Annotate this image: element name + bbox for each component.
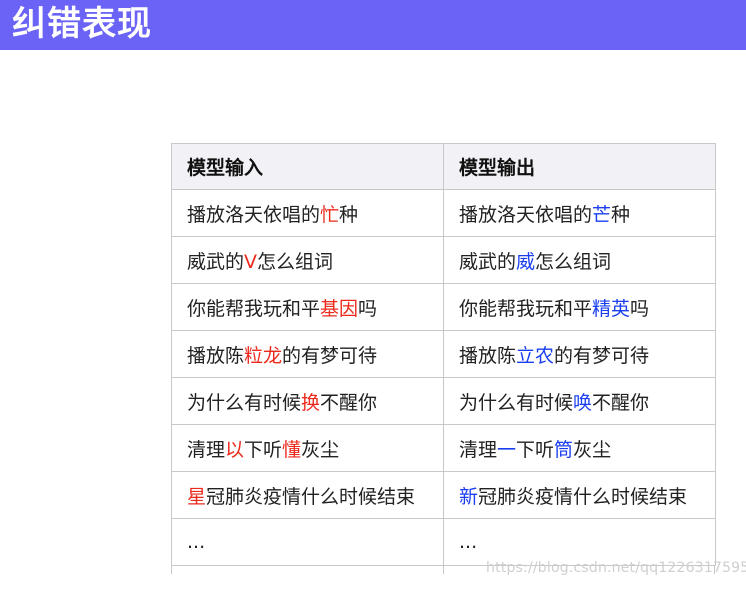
- text-segment: 播放洛天依唱的: [459, 203, 593, 226]
- cell-model-output: 清理一下听筒灰尘: [443, 424, 716, 472]
- header-model-input: 模型输入: [171, 143, 444, 190]
- text-segment: 种: [611, 203, 631, 226]
- corrected-char: 精英: [592, 297, 631, 320]
- table-row: 清理以下听懂灰尘 清理一下听筒灰尘: [171, 424, 716, 472]
- text-segment: 威武的: [187, 250, 245, 273]
- text-segment: 下听: [244, 438, 283, 461]
- text-segment: 为什么有时候: [187, 391, 302, 414]
- cell-model-input: 为什么有时候换不醒你: [171, 377, 444, 425]
- text-segment: 怎么组词: [535, 250, 612, 273]
- text-segment: 播放陈: [187, 344, 245, 367]
- text-segment: 种: [339, 203, 359, 226]
- error-char: V: [244, 250, 258, 273]
- table-row: ......: [171, 518, 716, 566]
- table-row: 星冠肺炎疫情什么时候结束 新冠肺炎疫情什么时候结束: [171, 471, 716, 519]
- header-model-output: 模型输出: [443, 143, 716, 190]
- table-border-middle: [443, 566, 444, 574]
- corrected-char: 一: [497, 438, 517, 461]
- cell-model-output: 新冠肺炎疫情什么时候结束: [443, 471, 716, 519]
- error-char: 星: [187, 485, 207, 508]
- cell-model-output: 播放陈立农的有梦可待: [443, 330, 716, 378]
- text-segment: 清理: [459, 438, 498, 461]
- table-body: 播放洛天依唱的忙种 播放洛天依唱的芒种 威武的V怎么组词 威武的威怎么组词 你能帮我玩和…: [171, 189, 716, 566]
- text-segment: 的有梦可待: [554, 344, 650, 367]
- text-segment: 不醒你: [320, 391, 378, 414]
- cell-model-input: 威武的V怎么组词: [171, 236, 444, 284]
- error-char: 懂: [282, 438, 302, 461]
- text-segment: 冠肺炎疫情什么时候结束: [478, 485, 688, 508]
- cell-model-input: 星冠肺炎疫情什么时候结束: [171, 471, 444, 519]
- text-segment: ...: [187, 531, 206, 553]
- corrected-char: 芒: [592, 203, 612, 226]
- text-segment: 你能帮我玩和平: [459, 297, 593, 320]
- error-char: 忙: [320, 203, 340, 226]
- corrected-char: 威: [516, 250, 536, 273]
- text-segment: 吗: [358, 297, 378, 320]
- corrected-char: 唤: [573, 391, 593, 414]
- corrected-char: 立农: [516, 344, 555, 367]
- page: 纠错表现 模型输入 模型输出 播放洛天依唱的忙种 播放洛天依唱的芒种 威武的V怎么组…: [0, 0, 746, 590]
- text-segment: 播放洛天依唱的: [187, 203, 321, 226]
- table-row: 你能帮我玩和平基因吗 你能帮我玩和平精英吗: [171, 283, 716, 331]
- title-bar: 纠错表现: [0, 0, 746, 50]
- table-row: 为什么有时候换不醒你 为什么有时候唤不醒你: [171, 377, 716, 425]
- cell-model-output: ...: [443, 518, 716, 566]
- table-row: 播放洛天依唱的忙种 播放洛天依唱的芒种: [171, 189, 716, 237]
- text-segment: 冠肺炎疫情什么时候结束: [206, 485, 416, 508]
- text-segment: ...: [459, 531, 478, 553]
- table-border-left: [171, 566, 172, 574]
- watermark: https://blog.csdn.net/qq1226317595: [486, 560, 746, 576]
- corrected-char: 筒: [554, 438, 574, 461]
- error-char: 换: [301, 391, 321, 414]
- text-segment: 的有梦可待: [282, 344, 378, 367]
- text-segment: 为什么有时候: [459, 391, 574, 414]
- corrected-char: 新: [459, 485, 479, 508]
- text-segment: 清理: [187, 438, 226, 461]
- cell-model-input: 播放陈粒龙的有梦可待: [171, 330, 444, 378]
- text-segment: 威武的: [459, 250, 517, 273]
- table-header-row: 模型输入 模型输出: [171, 143, 716, 190]
- error-char: 基因: [320, 297, 359, 320]
- page-title: 纠错表现: [12, 4, 152, 44]
- cell-model-output: 为什么有时候唤不醒你: [443, 377, 716, 425]
- text-segment: 灰尘: [573, 438, 612, 461]
- cell-model-input: ...: [171, 518, 444, 566]
- error-char: 粒龙: [244, 344, 283, 367]
- correction-table-container: 模型输入 模型输出 播放洛天依唱的忙种 播放洛天依唱的芒种 威武的V怎么组词 威武的威…: [171, 143, 716, 566]
- text-segment: 播放陈: [459, 344, 517, 367]
- text-segment: 你能帮我玩和平: [187, 297, 321, 320]
- table-row: 播放陈粒龙的有梦可待 播放陈立农的有梦可待: [171, 330, 716, 378]
- correction-table: 模型输入 模型输出 播放洛天依唱的忙种 播放洛天依唱的芒种 威武的V怎么组词 威武的威…: [171, 143, 716, 566]
- cell-model-input: 清理以下听懂灰尘: [171, 424, 444, 472]
- cell-model-output: 威武的威怎么组词: [443, 236, 716, 284]
- text-segment: 不醒你: [592, 391, 650, 414]
- text-segment: 怎么组词: [257, 250, 334, 273]
- error-char: 以: [225, 438, 245, 461]
- text-segment: 灰尘: [301, 438, 340, 461]
- cell-model-input: 你能帮我玩和平基因吗: [171, 283, 444, 331]
- table-row: 威武的V怎么组词 威武的威怎么组词: [171, 236, 716, 284]
- cell-model-input: 播放洛天依唱的忙种: [171, 189, 444, 237]
- cell-model-output: 你能帮我玩和平精英吗: [443, 283, 716, 331]
- text-segment: 下听: [516, 438, 555, 461]
- cell-model-output: 播放洛天依唱的芒种: [443, 189, 716, 237]
- text-segment: 吗: [630, 297, 650, 320]
